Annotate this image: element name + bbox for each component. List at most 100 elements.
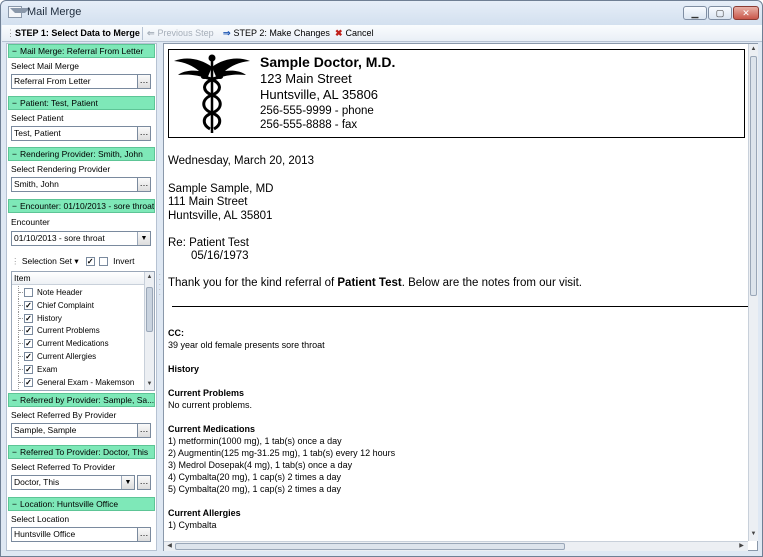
collapse-icon: −: [12, 447, 17, 457]
encounter-label: Encounter: [11, 217, 50, 227]
tree-scrollbar[interactable]: ▲ ▼: [144, 272, 154, 390]
step2-button[interactable]: ⇒ STEP 2: Make Changes: [223, 27, 330, 39]
recipient-city: Huntsville, AL 35801: [168, 210, 273, 222]
re-dob: 05/16/1973: [191, 250, 249, 262]
location-field[interactable]: Huntsville Office: [11, 527, 138, 542]
referred-to-label: Select Referred To Provider: [11, 462, 116, 472]
divider: [172, 306, 748, 307]
toolbar: ⋮ STEP 1: Select Data to Merge ⇐ Previous…: [2, 25, 762, 42]
referred-by-section-header[interactable]: − Referred by Provider: Sample, Sa...: [8, 393, 155, 407]
item-checkbox[interactable]: [24, 288, 33, 297]
scroll-down-icon[interactable]: ▼: [749, 530, 758, 539]
tree-item-label: History: [37, 313, 62, 323]
location-label: Select Location: [11, 514, 70, 524]
invert-checkbox[interactable]: [99, 257, 109, 267]
referred-to-section-header[interactable]: − Referred To Provider: Doctor, This: [8, 445, 155, 459]
letter-vertical-scrollbar[interactable]: ▲ ▼: [748, 44, 758, 541]
tree-item[interactable]: ✓ General Exam - Makemson: [12, 375, 145, 389]
tree-item[interactable]: ✓ Current Problems: [12, 324, 145, 338]
doctor-fax: 256-555-8888 - fax: [260, 119, 358, 131]
tree-item[interactable]: ✓ Current Allergies: [12, 350, 145, 363]
scroll-up-icon[interactable]: ▲: [749, 45, 758, 54]
rendering-provider-label: Select Rendering Provider: [11, 164, 111, 174]
arrow-left-icon: ⇐: [147, 28, 155, 38]
patient-section-header[interactable]: − Patient: Test, Patient: [8, 96, 155, 110]
dropdown-icon[interactable]: ▼: [137, 232, 150, 245]
tree-item-label: Exam: [37, 364, 58, 374]
item-checkbox[interactable]: ✓: [24, 313, 33, 323]
step2-label: STEP 2: Make Changes: [233, 28, 330, 38]
patient-label: Select Patient: [11, 113, 64, 123]
ellipsis-icon[interactable]: …: [137, 475, 151, 490]
item-checkbox[interactable]: ✓: [24, 377, 33, 387]
toolbar-grip: ⋮: [6, 28, 15, 38]
item-checkbox[interactable]: ✓: [24, 364, 33, 374]
collapse-icon: −: [12, 46, 17, 56]
letterhead: Sample Doctor, M.D. 123 Main Street Hunt…: [168, 49, 745, 138]
selection-panel: − Mail Merge: Referral From Letter Select…: [6, 43, 157, 551]
cc-label: CC:: [168, 328, 184, 338]
letter-hscroll-thumb[interactable]: [175, 543, 565, 550]
referred-to-dropdown[interactable]: Doctor, This ▼: [11, 475, 135, 490]
scroll-down-icon[interactable]: ▼: [145, 380, 154, 389]
ellipsis-icon[interactable]: …: [137, 126, 151, 141]
encounter-section-header[interactable]: − Encounter: 01/10/2013 - sore throat: [8, 199, 155, 213]
doctor-city: Huntsville, AL 35806: [260, 87, 379, 102]
mail-merge-field[interactable]: Referral From Letter: [11, 74, 138, 89]
mail-merge-window: Mail Merge ▁ ▢ ✕ ⋮ STEP 1: Select Data t…: [0, 0, 763, 557]
previous-step-button[interactable]: ⇐ Previous Step: [147, 27, 214, 39]
close-button[interactable]: ✕: [733, 6, 759, 20]
dropdown-icon[interactable]: ▼: [121, 476, 134, 489]
item-checkbox[interactable]: ✓: [24, 300, 33, 310]
maximize-button[interactable]: ▢: [708, 6, 732, 20]
ellipsis-icon[interactable]: …: [137, 423, 151, 438]
minimize-button[interactable]: ▁: [683, 6, 707, 20]
tree-item[interactable]: ✓ Exam: [12, 362, 145, 376]
ellipsis-icon[interactable]: …: [137, 74, 151, 89]
scroll-right-icon[interactable]: ▶: [737, 542, 746, 551]
letter-vscroll-thumb[interactable]: [750, 56, 757, 296]
cc-text: 39 year old female presents sore throat: [168, 340, 325, 350]
meds-label: Current Medications: [168, 424, 256, 434]
letter-horizontal-scrollbar[interactable]: ◀ ▶: [164, 541, 748, 551]
thank-you-line: Thank you for the kind referral of Patie…: [168, 277, 582, 289]
med-line: 2) Augmentin(125 mg-31.25 mg), 1 tab(s) …: [168, 448, 396, 458]
app-icon: [8, 6, 30, 18]
cancel-button[interactable]: ✖ Cancel: [335, 27, 374, 39]
encounter-dropdown[interactable]: 01/10/2013 - sore throat ▼: [11, 231, 151, 246]
tree-item[interactable]: ✓ History: [12, 311, 145, 325]
patient-name: Patient Test: [337, 277, 402, 289]
scroll-left-icon[interactable]: ◀: [165, 542, 174, 551]
re-line: Re: Patient Test: [168, 237, 249, 249]
tree-item[interactable]: Note Header: [12, 286, 145, 299]
step1-tab[interactable]: STEP 1: Select Data to Merge: [15, 27, 140, 39]
rendering-provider-section-header[interactable]: − Rendering Provider: Smith, John: [8, 147, 155, 161]
mail-merge-section-header[interactable]: − Mail Merge: Referral From Letter: [8, 44, 155, 58]
tree-scroll-thumb[interactable]: [146, 287, 153, 332]
tree-item-label: Current Problems: [37, 326, 100, 336]
select-all-checkbox[interactable]: ✓: [85, 257, 95, 267]
toolbar-grip: ⋮: [11, 256, 22, 266]
patient-field[interactable]: Test, Patient: [11, 126, 138, 141]
med-line: 4) Cymbalta(20 mg), 1 cap(s) 2 times a d…: [168, 472, 342, 482]
location-section-header[interactable]: − Location: Huntsville Office: [8, 497, 155, 511]
selection-set-dropdown[interactable]: Selection Set ▾: [22, 256, 79, 266]
tree-item-label: Note Header: [37, 288, 83, 297]
scroll-up-icon[interactable]: ▲: [145, 273, 154, 282]
collapse-icon: −: [12, 395, 17, 405]
collapse-icon: −: [12, 201, 17, 211]
rendering-provider-field[interactable]: Smith, John: [11, 177, 138, 192]
item-checkbox[interactable]: ✓: [24, 339, 33, 349]
item-checkbox[interactable]: ✓: [24, 326, 33, 336]
tree-item[interactable]: ✓ Chief Complaint: [12, 298, 145, 312]
problems-label: Current Problems: [168, 388, 245, 398]
item-checkbox[interactable]: ✓: [24, 352, 33, 361]
problems-text: No current problems.: [168, 400, 253, 410]
collapse-icon: −: [12, 98, 17, 108]
referred-by-field[interactable]: Sample, Sample: [11, 423, 138, 438]
allergies-label: Current Allergies: [168, 508, 241, 518]
tree-item[interactable]: ✓ Current Medications: [12, 337, 145, 351]
ellipsis-icon[interactable]: …: [137, 527, 151, 542]
recipient-street: 111 Main Street: [168, 196, 248, 208]
ellipsis-icon[interactable]: …: [137, 177, 151, 192]
